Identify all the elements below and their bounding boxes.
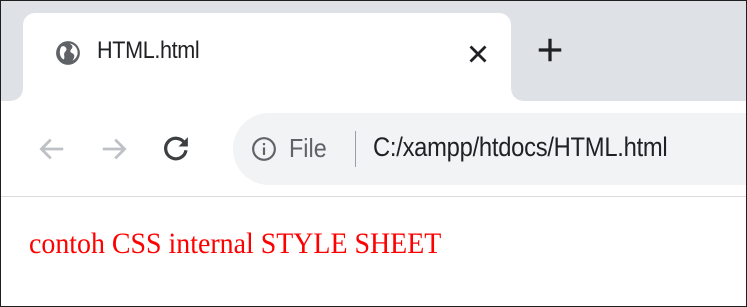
info-icon[interactable]	[251, 136, 277, 162]
arrow-right-icon	[102, 138, 127, 160]
page-content: contoh CSS internal STYLE SHEET	[1, 197, 746, 306]
address-bar[interactable]: File C:/xampp/htdocs/HTML.html	[233, 113, 746, 185]
close-icon[interactable]	[465, 41, 491, 67]
browser-window: HTML.html File C:/xampp/htdocs/HTML.html…	[0, 0, 747, 307]
tab-strip: HTML.html	[1, 1, 746, 101]
url-text[interactable]: C:/xampp/htdocs/HTML.html	[373, 132, 668, 163]
reload-icon	[164, 136, 188, 161]
reload-button[interactable]	[161, 134, 191, 164]
toolbar: File C:/xampp/htdocs/HTML.html	[1, 101, 746, 197]
plus-icon	[538, 38, 562, 62]
tab-title: HTML.html	[97, 37, 200, 64]
chip-divider	[355, 131, 356, 167]
security-chip-label[interactable]: File	[289, 133, 327, 164]
tab-html[interactable]: HTML.html	[11, 13, 523, 101]
new-tab-button[interactable]	[535, 35, 565, 65]
globe-icon	[55, 40, 81, 66]
arrow-left-icon	[39, 138, 64, 160]
back-button[interactable]	[37, 134, 67, 164]
forward-button[interactable]	[99, 134, 129, 164]
page-text: contoh CSS internal STYLE SHEET	[29, 227, 442, 260]
